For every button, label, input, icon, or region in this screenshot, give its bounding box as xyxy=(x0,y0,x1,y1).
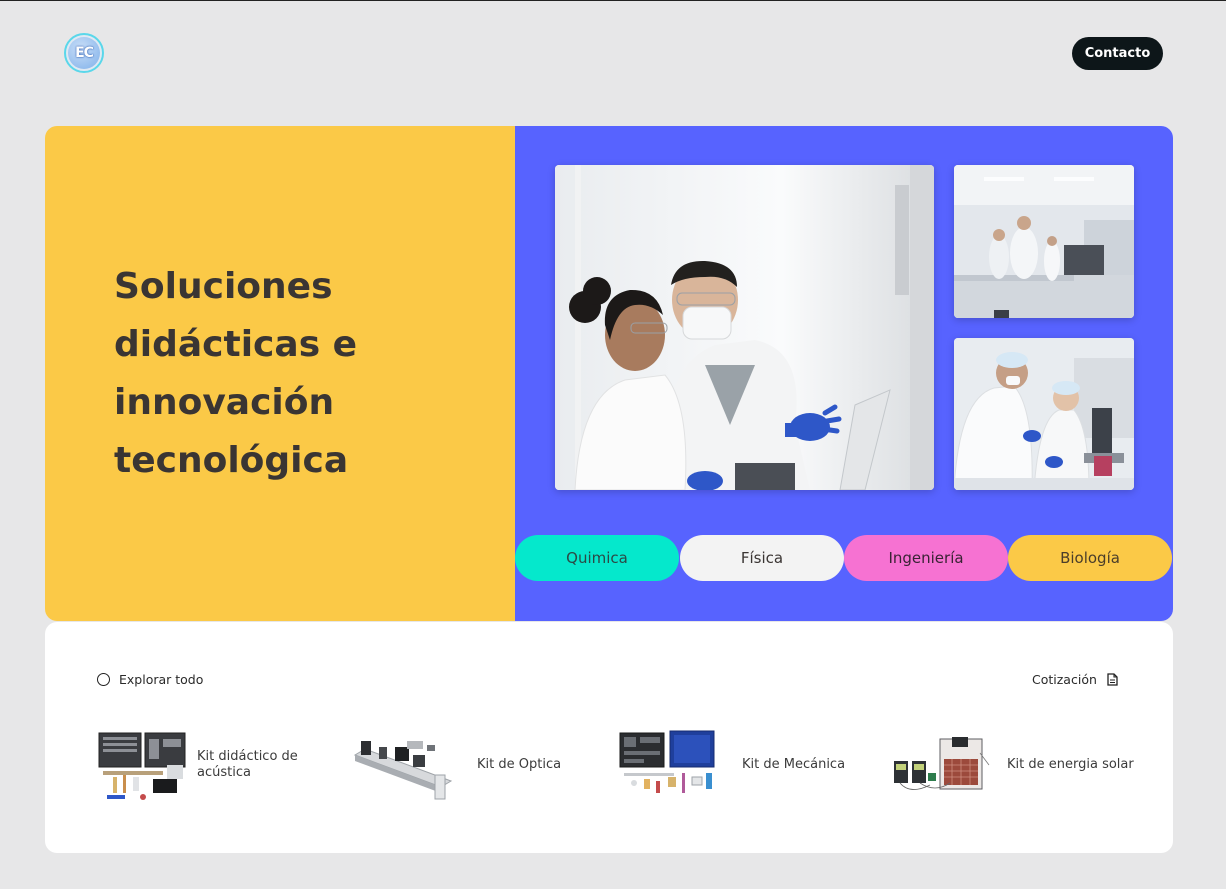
explore-all-label: Explorar todo xyxy=(119,672,204,687)
category-ingenieria[interactable]: Ingeniería xyxy=(844,535,1008,581)
hero-title-conjunction: e xyxy=(320,324,358,365)
solar-kit-image xyxy=(894,737,990,790)
kit-label-acustica: Kit didáctico de acústica xyxy=(197,749,298,780)
quote-link[interactable]: Cotización xyxy=(1032,672,1118,687)
circle-icon xyxy=(97,673,110,686)
logo[interactable]: EC xyxy=(64,33,104,73)
category-fisica[interactable]: Física xyxy=(680,535,844,581)
kit-label-solar: Kit de energia solar xyxy=(1007,757,1134,772)
hero-title-bold-innovacion: innovación xyxy=(114,382,335,423)
hero-title-line4: tecnológica xyxy=(114,440,349,481)
mechanics-kit-image xyxy=(619,730,715,793)
kit-catalog-card: Explorar todo Cotización Kit didáctico d… xyxy=(45,622,1173,853)
hero-title-line1: Soluciones xyxy=(114,266,333,307)
acoustics-kit-image xyxy=(98,732,186,800)
kit-card-solar[interactable]: Kit de energia solar xyxy=(890,720,1150,810)
kit-label-optica: Kit de Optica xyxy=(477,757,562,772)
hero-text-panel: Soluciones didácticas e innovación tecno… xyxy=(45,126,515,621)
hero-title-line2: didácticas e xyxy=(114,316,357,374)
optics-kit-image xyxy=(353,741,453,800)
hero-title: Soluciones didácticas e innovación tecno… xyxy=(114,258,357,490)
hero-media-panel: Quimica Física Ingeniería Biología xyxy=(515,126,1173,621)
logo-mark: EC xyxy=(68,37,100,69)
category-quimica[interactable]: Quimica xyxy=(515,535,679,581)
researchers-photo xyxy=(954,338,1134,490)
hero-title-line3: innovación xyxy=(114,374,357,432)
category-filters: Quimica Física Ingeniería Biología xyxy=(515,535,1173,581)
quote-label: Cotización xyxy=(1032,672,1097,687)
kit-card-acustica[interactable]: Kit didáctico de acústica xyxy=(93,720,313,810)
kit-card-mecanica[interactable]: Kit de Mecánica xyxy=(618,720,858,810)
explore-all-link[interactable]: Explorar todo xyxy=(97,672,203,687)
category-biologia[interactable]: Biología xyxy=(1008,535,1172,581)
document-icon xyxy=(1107,673,1118,686)
kit-card-optica[interactable]: Kit de Optica xyxy=(351,720,581,810)
contact-button[interactable]: Contacto xyxy=(1072,37,1163,70)
kit-label-mecanica: Kit de Mecánica xyxy=(742,757,846,772)
hero-title-bold-didacticas: didácticas xyxy=(114,324,321,365)
lab-room-photo xyxy=(954,165,1134,318)
lab-scientists-photo xyxy=(555,165,934,490)
